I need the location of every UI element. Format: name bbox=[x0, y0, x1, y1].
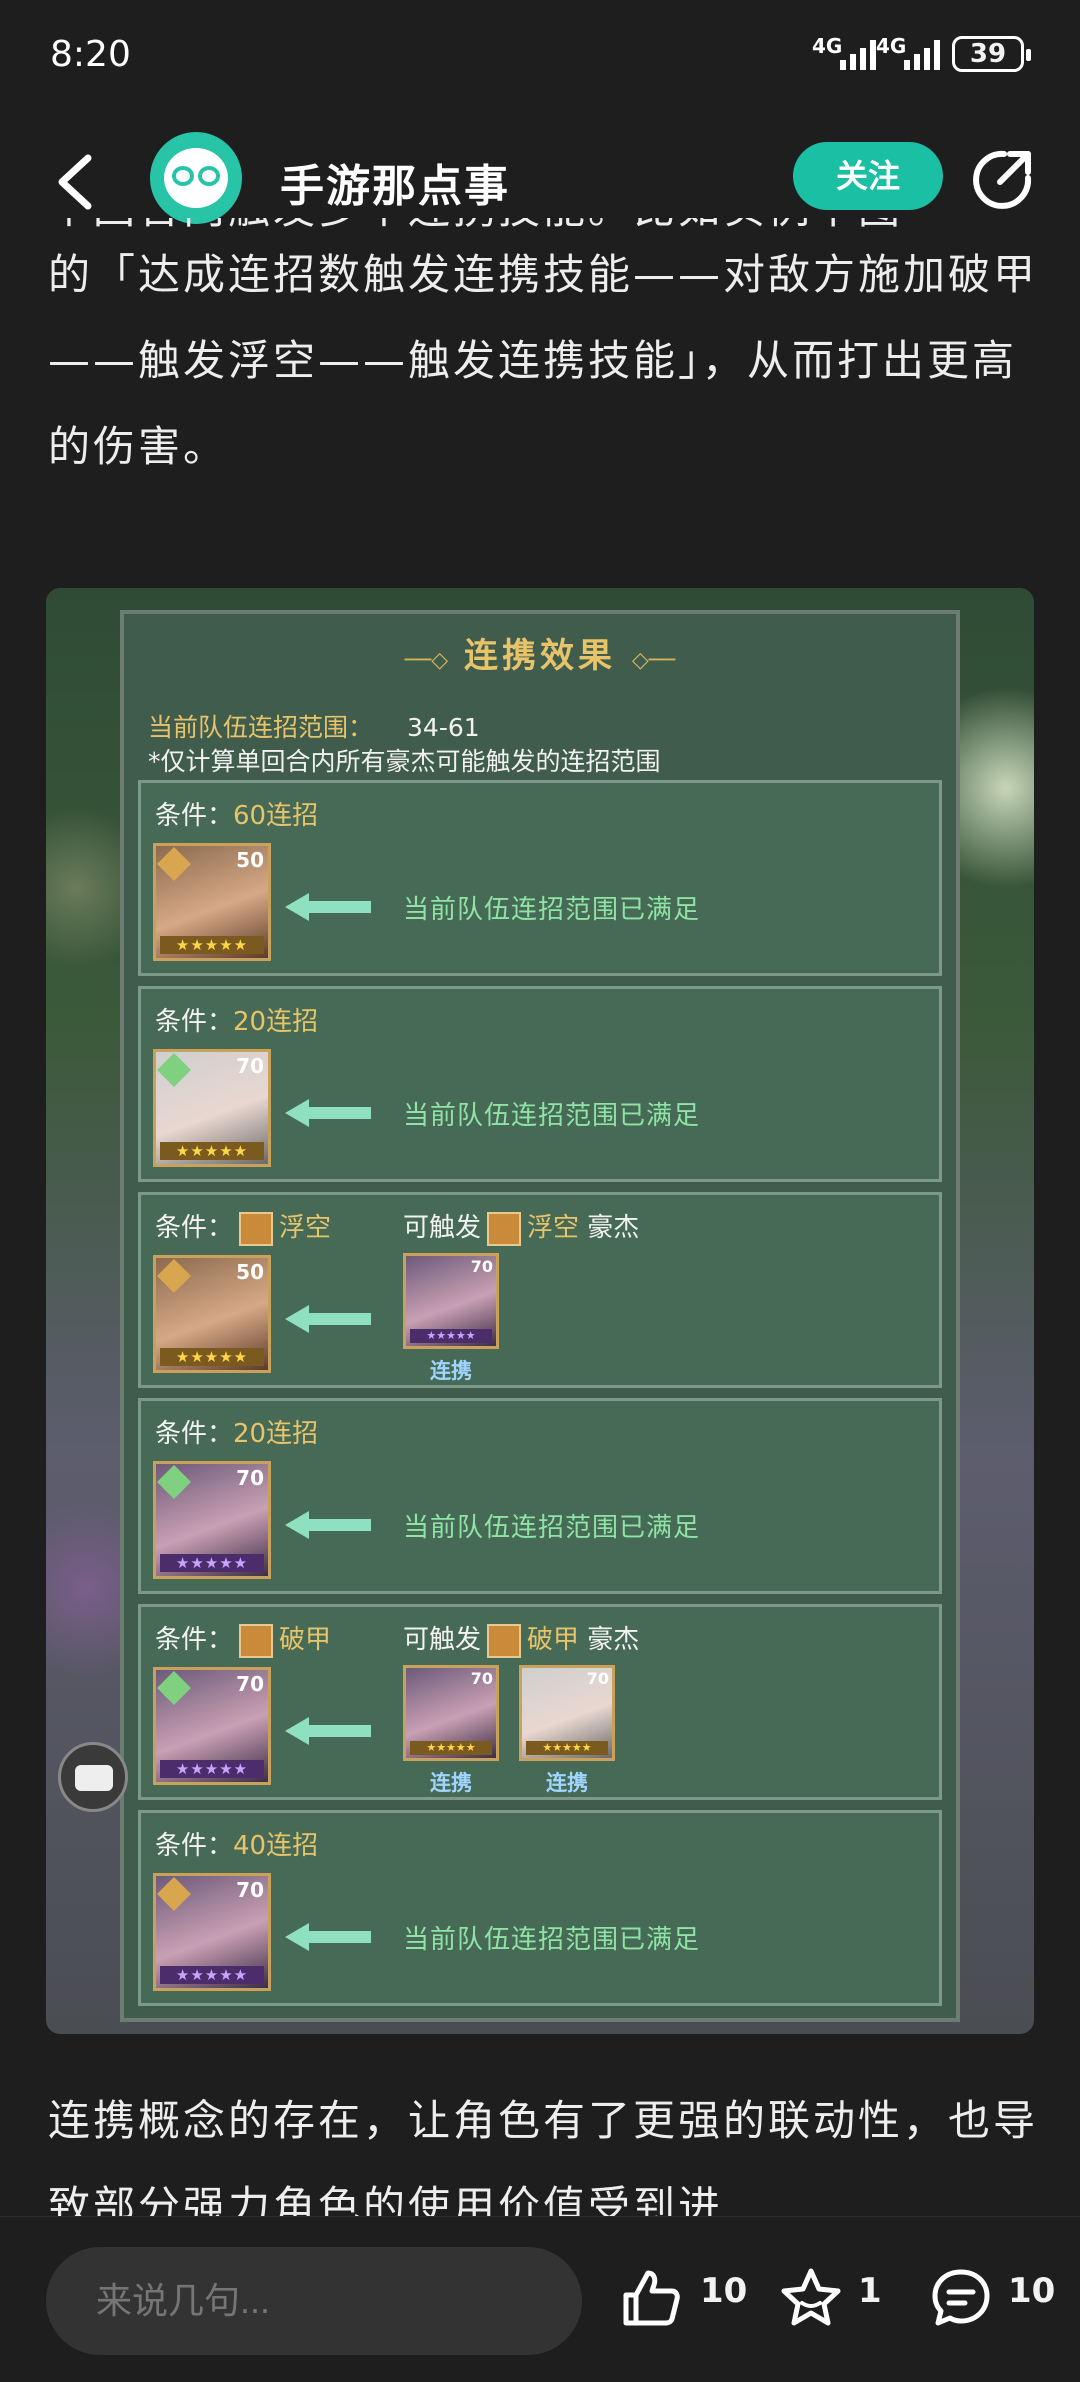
hero-card[interactable]: 70 ★★★★★ bbox=[153, 1873, 271, 1991]
arrow-left-icon bbox=[285, 893, 371, 921]
comment-icon[interactable] bbox=[930, 2267, 992, 2329]
hero-card[interactable]: 70 ★★★★★ bbox=[153, 1049, 271, 1167]
hero-mini-card[interactable]: 70 ★★★★★ bbox=[519, 1665, 615, 1761]
author-name[interactable]: 手游那点事 bbox=[280, 150, 510, 214]
hero-card[interactable]: 50 ★★★★★ bbox=[153, 843, 271, 961]
status-bar: 8:20 4G 4G 39 bbox=[0, 0, 1080, 110]
thumbs-up-icon[interactable] bbox=[620, 2267, 682, 2329]
like-count: 10 bbox=[700, 2271, 748, 2311]
panel-title: ──◇ 连携效果 ◇── bbox=[404, 636, 676, 676]
condition-row: 条件： 破甲 可触发 破甲 豪杰 70 ★★★★★ 70 ★★★★★ 连携 70 ★… bbox=[138, 1604, 942, 1800]
status-time: 8:20 bbox=[50, 34, 131, 75]
favorite-count: 1 bbox=[858, 2271, 882, 2311]
battery-icon: 39 bbox=[952, 36, 1031, 72]
range-note: *仅计算单回合内所有豪杰可能触发的连招范围 bbox=[148, 747, 661, 776]
condition-row: 条件：20连招 70 ★★★★★ 当前队伍连招范围已满足 bbox=[138, 1398, 942, 1594]
condition-row: 条件：60连招 50 ★★★★★ 当前队伍连招范围已满足 bbox=[138, 780, 942, 976]
armor-break-skill-icon bbox=[487, 1623, 522, 1658]
hero-mini-card[interactable]: 70 ★★★★★ bbox=[403, 1253, 499, 1349]
arrow-left-icon bbox=[285, 1923, 371, 1951]
comment-count: 10 bbox=[1008, 2271, 1056, 2311]
arrow-left-icon bbox=[285, 1305, 371, 1333]
author-avatar[interactable] bbox=[150, 132, 242, 224]
hero-card[interactable]: 50 ★★★★★ bbox=[153, 1255, 271, 1373]
hero-card[interactable]: 70 ★★★★★ bbox=[153, 1667, 271, 1785]
article-image[interactable]: ──◇ 连携效果 ◇── 当前队伍连招范围： 34-61 *仅计算单回合内所有豪杰… bbox=[46, 588, 1034, 2034]
float-skill-icon bbox=[487, 1211, 522, 1246]
armor-break-skill-icon bbox=[239, 1623, 274, 1658]
float-skill-icon bbox=[239, 1211, 274, 1246]
network-type-1: 4G bbox=[812, 34, 843, 58]
hero-mini-card[interactable]: 70 ★★★★★ bbox=[403, 1665, 499, 1761]
hero-card[interactable]: 70 ★★★★★ bbox=[153, 1461, 271, 1579]
signal-icon bbox=[840, 38, 876, 70]
link-effect-panel: ──◇ 连携效果 ◇── 当前队伍连招范围： 34-61 *仅计算单回合内所有豪杰… bbox=[120, 610, 960, 2022]
combo-range: 当前队伍连招范围： 34-61 bbox=[148, 713, 480, 742]
follow-button[interactable]: 关注 bbox=[793, 142, 943, 210]
article-paragraph-1: 的「达成连招数触发连携技能——对敌方施加破甲——触发浮空——触发连携技能」，从而… bbox=[48, 250, 1039, 471]
arrow-left-icon bbox=[285, 1511, 371, 1539]
star-icon[interactable] bbox=[780, 2267, 842, 2329]
condition-row: 条件：40连招 70 ★★★★★ 当前队伍连招范围已满足 bbox=[138, 1810, 942, 2006]
back-arrow-icon[interactable] bbox=[50, 152, 100, 212]
chat-bubble-icon bbox=[58, 1742, 128, 1812]
signal-icon-2 bbox=[904, 38, 940, 70]
network-type-2: 4G bbox=[876, 34, 907, 58]
condition-row: 条件：20连招 70 ★★★★★ 当前队伍连招范围已满足 bbox=[138, 986, 942, 1182]
condition-row: 条件： 浮空 可触发 浮空 豪杰 50 ★★★★★ 70 ★★★★★ 连携 bbox=[138, 1192, 942, 1388]
share-icon[interactable] bbox=[970, 146, 1034, 210]
arrow-left-icon bbox=[285, 1099, 371, 1127]
comment-input[interactable] bbox=[46, 2247, 582, 2355]
bottom-action-bar: 10 1 10 bbox=[0, 2216, 1080, 2382]
arrow-left-icon bbox=[285, 1717, 371, 1745]
